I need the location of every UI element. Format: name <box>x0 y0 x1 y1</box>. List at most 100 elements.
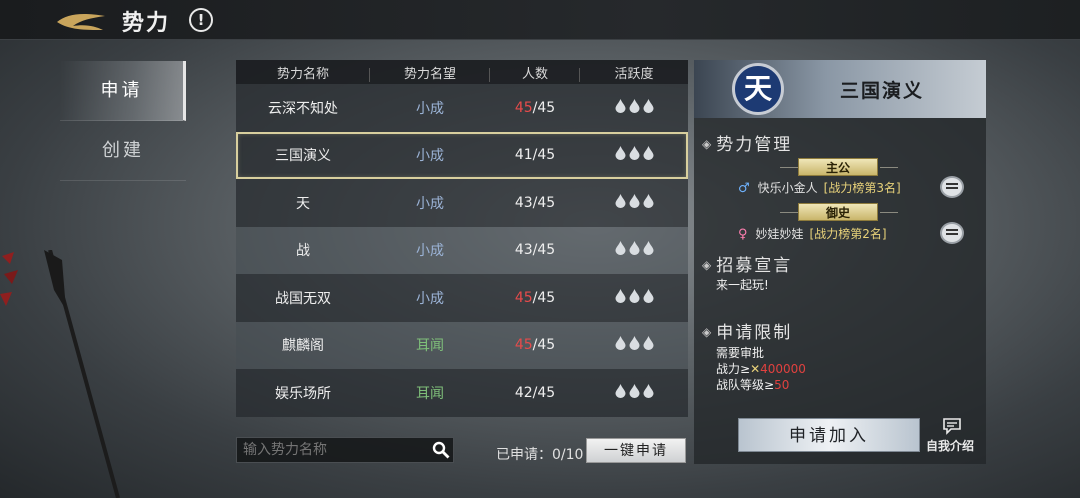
water-drop-icon <box>615 241 626 256</box>
faction-name-cell: 天 <box>296 195 310 212</box>
faction-emblem: 天 <box>732 63 784 115</box>
detail-header: 天 三国演义 <box>694 60 986 118</box>
water-drop-icon <box>643 336 654 351</box>
top-bar: 势力 ! <box>0 0 1080 40</box>
table-header: 势力名称 势力名望 人数 活跃度 <box>236 60 688 84</box>
reputation-cell: 小成 <box>416 243 444 260</box>
chat-icon <box>946 183 958 189</box>
tab-create[interactable]: 创建 <box>60 121 186 181</box>
activity-cell <box>580 383 688 402</box>
table-row[interactable]: 三国演义 小成 41/45 <box>236 131 688 179</box>
table-row[interactable]: 战 小成 43/45 <box>236 226 688 274</box>
faction-table: 势力名称 势力名望 人数 活跃度 云深不知处 小成 45/45 三国演义 小成 41/45… <box>236 60 688 431</box>
table-row[interactable]: 麒麟阁 耳闻 45/45 <box>236 321 688 369</box>
water-drop-icon <box>629 241 640 256</box>
search-input[interactable] <box>236 437 454 463</box>
table-row[interactable]: 战国无双 小成 45/45 <box>236 274 688 322</box>
reputation-cell: 小成 <box>416 195 444 212</box>
water-drop-icon <box>629 146 640 161</box>
member-count-cell: 42/45 <box>514 384 556 401</box>
info-icon[interactable]: ! <box>189 8 213 32</box>
faction-name-cell: 战 <box>296 243 310 260</box>
water-drop-icon <box>629 336 640 351</box>
member-count-cell: 41/45 <box>514 147 556 164</box>
one-key-apply-button[interactable]: 一键申请 <box>586 438 686 463</box>
faction-name-cell: 云深不知处 <box>268 100 338 117</box>
limit-level-value: 50 <box>774 378 790 392</box>
arrow-decoration <box>44 250 120 498</box>
water-drop-icon <box>629 383 640 398</box>
faction-name-cell: 娱乐场所 <box>275 385 331 402</box>
column-header-members: 人数 <box>490 63 580 82</box>
faction-detail-panel: 天 三国演义 势力管理 主公 ♂ 快乐小金人 [战力榜第3名] 御史 ♀ 妙娃妙娃 [战… <box>694 60 986 464</box>
limit-power: 战力≥✕400000 <box>716 362 806 376</box>
self-intro-icon[interactable] <box>942 417 962 435</box>
recruit-title: 招募宣言 <box>702 251 792 276</box>
male-icon: ♂ <box>738 181 750 196</box>
reputation-cell: 小成 <box>416 100 444 117</box>
vice-member: ♀ 妙娃妙娃 [战力榜第2名] <box>738 225 887 242</box>
water-drop-icon <box>643 98 654 113</box>
water-drop-icon <box>615 193 626 208</box>
member-count-cell: 45/45 <box>514 99 556 116</box>
divider <box>880 212 898 213</box>
water-drop-icon <box>643 241 654 256</box>
page-title: 势力 <box>122 11 171 36</box>
water-drop-icon <box>643 383 654 398</box>
search-icon[interactable] <box>432 441 450 459</box>
activity-cell <box>580 98 688 117</box>
column-header-reputation: 势力名望 <box>370 63 490 82</box>
back-brush-icon[interactable] <box>55 8 107 32</box>
self-intro-label[interactable]: 自我介绍 <box>926 437 974 454</box>
table-row[interactable]: 娱乐场所 耳闻 42/45 <box>236 369 688 417</box>
member-count-cell: 45/45 <box>514 337 556 354</box>
water-drop-icon <box>615 98 626 113</box>
apply-join-button[interactable]: 申请加入 <box>738 418 920 452</box>
limit-power-value: 400000 <box>760 362 806 376</box>
chat-icon <box>946 229 958 235</box>
leader-member: ♂ 快乐小金人 [战力榜第3名] <box>738 179 901 196</box>
recruit-text: 来一起玩! <box>716 278 769 292</box>
limit-title: 申请限制 <box>702 318 792 343</box>
water-drop-icon <box>643 146 654 161</box>
faction-name-cell: 战国无双 <box>275 290 331 307</box>
chat-leader-button[interactable] <box>940 176 964 198</box>
member-count-cell: 43/45 <box>514 242 556 259</box>
water-drop-icon <box>643 193 654 208</box>
leader-role-badge: 主公 <box>798 158 878 176</box>
table-row[interactable]: 云深不知处 小成 45/45 <box>236 84 688 132</box>
tab-apply[interactable]: 申请 <box>60 61 186 121</box>
table-row[interactable]: 天 小成 43/45 <box>236 179 688 227</box>
red-splash-decoration <box>0 252 18 306</box>
reputation-cell: 耳闻 <box>416 385 444 402</box>
member-count-cell: 45/45 <box>514 289 556 306</box>
divider <box>880 167 898 168</box>
management-title: 势力管理 <box>702 130 792 155</box>
limit-approval: 需要审批 <box>716 346 765 360</box>
chat-vice-button[interactable] <box>940 222 964 244</box>
activity-cell <box>580 241 688 259</box>
faction-name-cell: 麒麟阁 <box>282 338 324 355</box>
divider <box>780 167 798 168</box>
divider <box>780 212 798 213</box>
swords-icon: ✕ <box>750 362 761 376</box>
water-drop-icon <box>629 98 640 113</box>
vice-name: 妙娃妙娃 <box>755 227 804 241</box>
vice-role-badge: 御史 <box>798 203 878 221</box>
activity-cell <box>580 336 688 354</box>
activity-cell <box>580 193 688 212</box>
column-header-activity: 活跃度 <box>614 66 654 82</box>
water-drop-icon <box>615 336 626 351</box>
faction-name: 三国演义 <box>840 80 925 102</box>
water-drop-icon <box>615 288 626 303</box>
vice-rank: [战力榜第2名] <box>809 227 887 241</box>
water-drop-icon <box>643 288 654 303</box>
reputation-cell: 小成 <box>416 148 444 165</box>
water-drop-icon <box>615 146 626 161</box>
column-header-name: 势力名称 <box>236 63 370 82</box>
applied-count: 已申请：0/10 <box>496 447 584 463</box>
table-body: 云深不知处 小成 45/45 三国演义 小成 41/45 天小成 43/45 战小成 43/45 战… <box>236 84 688 417</box>
water-drop-icon <box>629 193 640 208</box>
water-drop-icon <box>629 288 640 303</box>
activity-cell <box>580 288 688 307</box>
